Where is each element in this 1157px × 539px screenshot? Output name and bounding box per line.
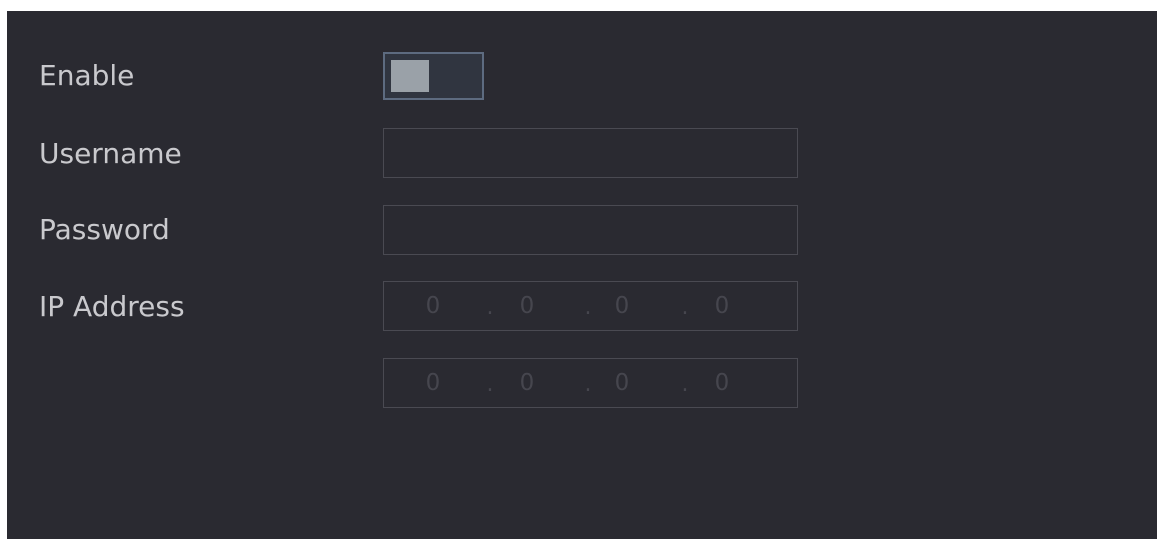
toggle-knob (391, 60, 429, 92)
ip-octet-1[interactable]: 0 (421, 291, 445, 321)
ip-separator: . (584, 372, 592, 397)
username-label: Username (39, 137, 182, 170)
ip-octet-4[interactable]: 0 (710, 291, 734, 321)
settings-panel: Enable Username Password IP Address 0 . … (7, 11, 1157, 539)
enable-toggle[interactable] (383, 52, 484, 100)
ip-separator: . (681, 372, 689, 397)
ip-separator: . (486, 372, 494, 397)
ip-address-field[interactable]: 0 . 0 . 0 . 0 (383, 281, 798, 331)
ip-octet-3[interactable]: 0 (610, 291, 634, 321)
ip-octet-2[interactable]: 0 (515, 368, 539, 398)
ip-separator: . (486, 295, 494, 320)
ip-separator: . (681, 295, 689, 320)
ip-octet-3[interactable]: 0 (610, 368, 634, 398)
username-field[interactable] (383, 128, 798, 178)
password-field[interactable] (383, 205, 798, 255)
enable-label: Enable (39, 59, 135, 92)
password-label: Password (39, 213, 170, 246)
ip-octet-2[interactable]: 0 (515, 291, 539, 321)
top-strip (0, 0, 1157, 11)
ip-address-secondary-field[interactable]: 0 . 0 . 0 . 0 (383, 358, 798, 408)
ip-octet-1[interactable]: 0 (421, 368, 445, 398)
ip-separator: . (584, 295, 592, 320)
ip-address-label: IP Address (39, 290, 185, 323)
ip-octet-4[interactable]: 0 (710, 368, 734, 398)
